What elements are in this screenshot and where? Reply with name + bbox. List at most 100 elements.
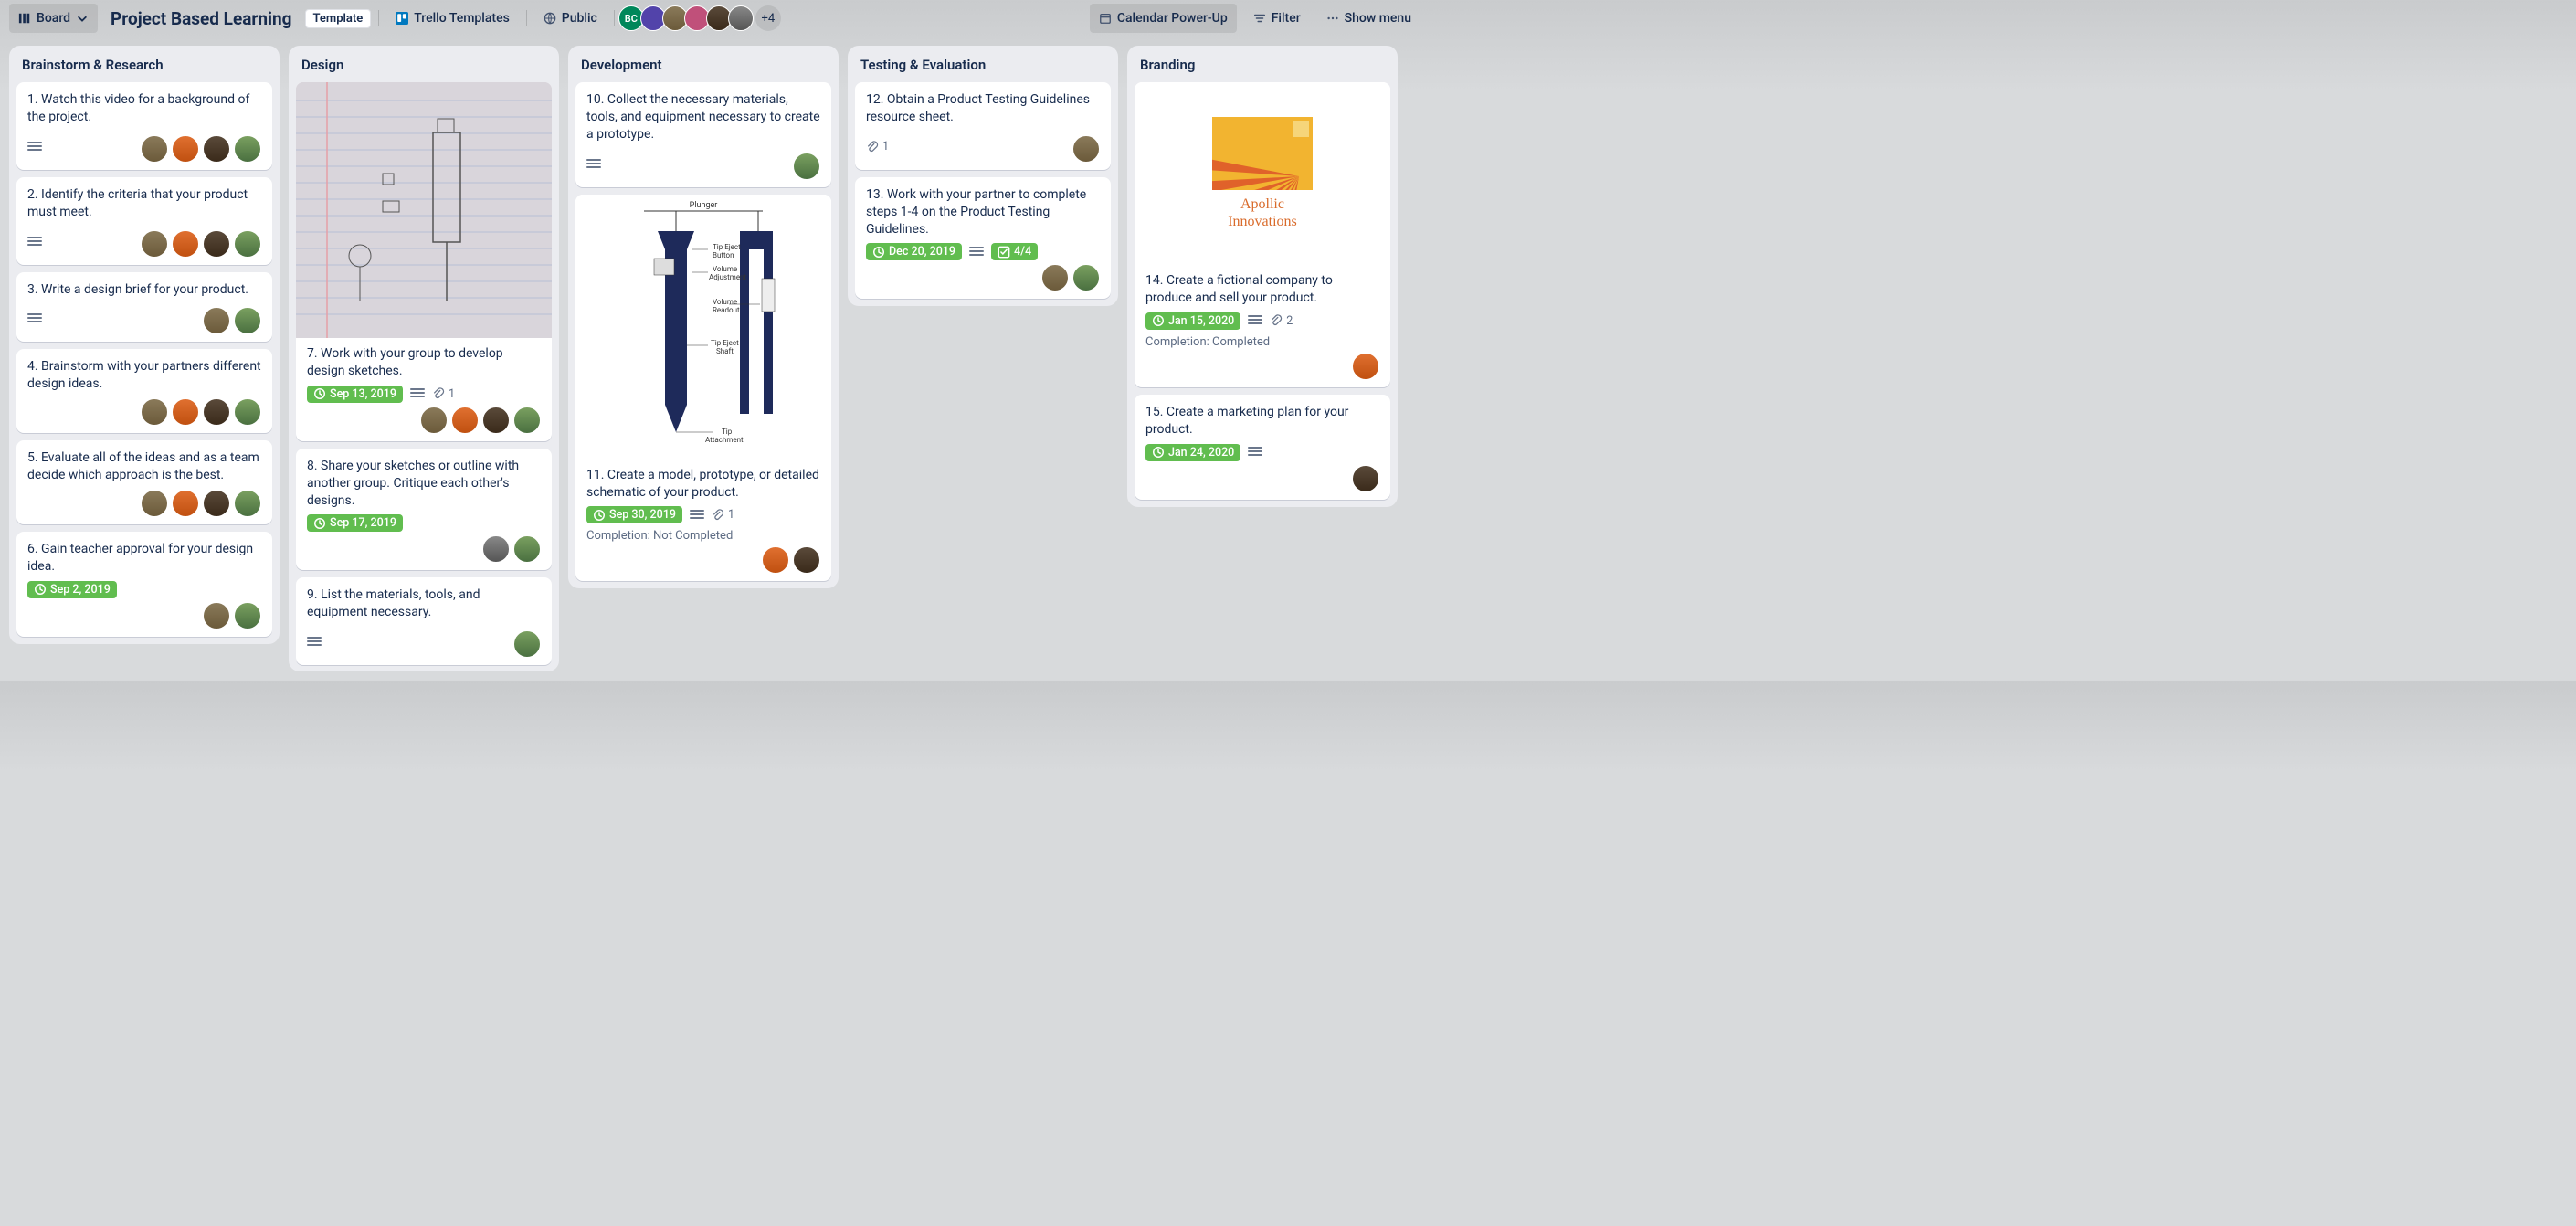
avatar[interactable] [203, 135, 230, 163]
visibility-button[interactable]: Public [534, 4, 607, 33]
avatar[interactable] [234, 602, 261, 629]
avatar[interactable] [482, 407, 510, 434]
avatar[interactable] [728, 5, 754, 31]
checklist-icon [998, 246, 1010, 259]
card[interactable]: 7. Work with your group to develop desig… [296, 82, 552, 441]
avatar[interactable] [1072, 135, 1100, 163]
card-bottom-row [27, 132, 261, 163]
card[interactable]: 3. Write a design brief for your product… [16, 272, 272, 343]
card[interactable]: 6. Gain teacher approval for your design… [16, 532, 272, 637]
show-menu-button[interactable]: Show menu [1317, 4, 1420, 33]
avatar[interactable] [203, 230, 230, 258]
card[interactable]: 1. Watch this video for a background of … [16, 82, 272, 170]
avatar[interactable] [203, 398, 230, 426]
visibility-label: Public [562, 11, 597, 26]
card-badges [27, 313, 42, 324]
card-members [866, 264, 1100, 291]
card[interactable]: 12. Obtain a Product Testing Guidelines … [855, 82, 1111, 170]
card-bottom-row [586, 149, 820, 180]
due-date-badge[interactable]: Sep 2, 2019 [27, 581, 117, 598]
list-title[interactable]: Branding [1135, 53, 1390, 75]
avatar[interactable] [513, 535, 541, 563]
card[interactable]: Plunger Tip Eject Button Volume Adjustme… [575, 195, 831, 582]
board-members[interactable]: BC +4 [622, 5, 781, 31]
due-date-badge[interactable]: Dec 20, 2019 [866, 243, 962, 260]
card-title: 13. Work with your partner to complete s… [866, 186, 1100, 238]
card[interactable]: 5. Evaluate all of the ideas and as a te… [16, 440, 272, 524]
avatar[interactable] [513, 630, 541, 658]
card[interactable]: 4. Brainstorm with your partners differe… [16, 349, 272, 433]
due-date-badge[interactable]: Sep 17, 2019 [307, 514, 403, 532]
list: Development 10. Collect the necessary mat… [568, 46, 839, 588]
attachment-icon [712, 509, 724, 522]
due-date-badge[interactable]: Jan 24, 2020 [1145, 444, 1240, 461]
avatar[interactable] [234, 490, 261, 517]
due-date-badge[interactable]: Sep 13, 2019 [307, 386, 403, 403]
card[interactable]: 13. Work with your partner to complete s… [855, 177, 1111, 300]
card-bottom-row [27, 303, 261, 334]
avatar[interactable] [234, 398, 261, 426]
card-badges: Jan 24, 2020 [1145, 444, 1379, 461]
avatar[interactable] [141, 135, 168, 163]
card-title: 11. Create a model, prototype, or detail… [586, 467, 820, 502]
due-date-badge[interactable]: Sep 30, 2019 [586, 506, 682, 523]
card[interactable]: 2. Identify the criteria that your produ… [16, 177, 272, 265]
card-title: 2. Identify the criteria that your produ… [27, 186, 261, 221]
card[interactable]: 8. Share your sketches or outline with a… [296, 449, 552, 571]
avatar[interactable] [172, 490, 199, 517]
list-title[interactable]: Development [575, 53, 831, 75]
avatar[interactable] [203, 490, 230, 517]
avatar[interactable] [1041, 264, 1069, 291]
board-title[interactable]: Project Based Learning [105, 8, 297, 29]
due-date-badge[interactable]: Jan 15, 2020 [1145, 312, 1240, 330]
list-title[interactable]: Brainstorm & Research [16, 53, 272, 75]
avatar[interactable] [172, 230, 199, 258]
avatar[interactable] [141, 230, 168, 258]
list-title[interactable]: Testing & Evaluation [855, 53, 1111, 75]
card-bottom-row: 1 [866, 132, 1100, 163]
avatar[interactable] [1352, 465, 1379, 492]
avatar[interactable] [172, 135, 199, 163]
card-meta: Completion: Not Completed [586, 529, 820, 543]
avatar[interactable] [203, 307, 230, 334]
list-title[interactable]: Design [296, 53, 552, 75]
avatar[interactable] [762, 546, 789, 574]
avatar[interactable] [482, 535, 510, 563]
card[interactable]: 9. List the materials, tools, and equipm… [296, 577, 552, 665]
calendar-icon [1099, 12, 1112, 25]
avatar[interactable] [203, 602, 230, 629]
filter-button[interactable]: Filter [1244, 4, 1310, 33]
view-switcher[interactable]: Board [9, 4, 98, 33]
card-title: 10. Collect the necessary materials, too… [586, 91, 820, 143]
card[interactable]: 15. Create a marketing plan for your pro… [1135, 395, 1390, 500]
avatar[interactable] [420, 407, 448, 434]
avatar[interactable] [172, 398, 199, 426]
avatar[interactable] [141, 490, 168, 517]
avatar[interactable] [451, 407, 479, 434]
avatar[interactable] [234, 135, 261, 163]
avatar[interactable] [793, 153, 820, 180]
description-icon [410, 388, 425, 399]
list: Design 7. Work with your group to develo… [289, 46, 559, 671]
attachment-badge: 1 [712, 508, 734, 522]
card[interactable]: ApollicInnovations 14. Create a fictiona… [1135, 82, 1390, 387]
workspace-link[interactable]: Trello Templates [386, 4, 519, 33]
members-overflow[interactable]: +4 [755, 5, 781, 31]
avatar[interactable] [793, 546, 820, 574]
card-title: 4. Brainstorm with your partners differe… [27, 358, 261, 393]
svg-text:Readout: Readout [713, 306, 740, 314]
description-icon [690, 510, 704, 521]
description-icon [969, 247, 984, 258]
template-badge[interactable]: Template [305, 9, 372, 28]
avatar[interactable] [513, 407, 541, 434]
avatar[interactable] [1072, 264, 1100, 291]
clock-icon [1152, 314, 1165, 327]
description-icon [307, 637, 322, 648]
card-members [791, 153, 820, 180]
avatar[interactable] [1352, 353, 1379, 380]
card[interactable]: 10. Collect the necessary materials, too… [575, 82, 831, 187]
calendar-powerup-button[interactable]: Calendar Power-Up [1090, 4, 1237, 33]
avatar[interactable] [234, 307, 261, 334]
avatar[interactable] [234, 230, 261, 258]
avatar[interactable] [141, 398, 168, 426]
